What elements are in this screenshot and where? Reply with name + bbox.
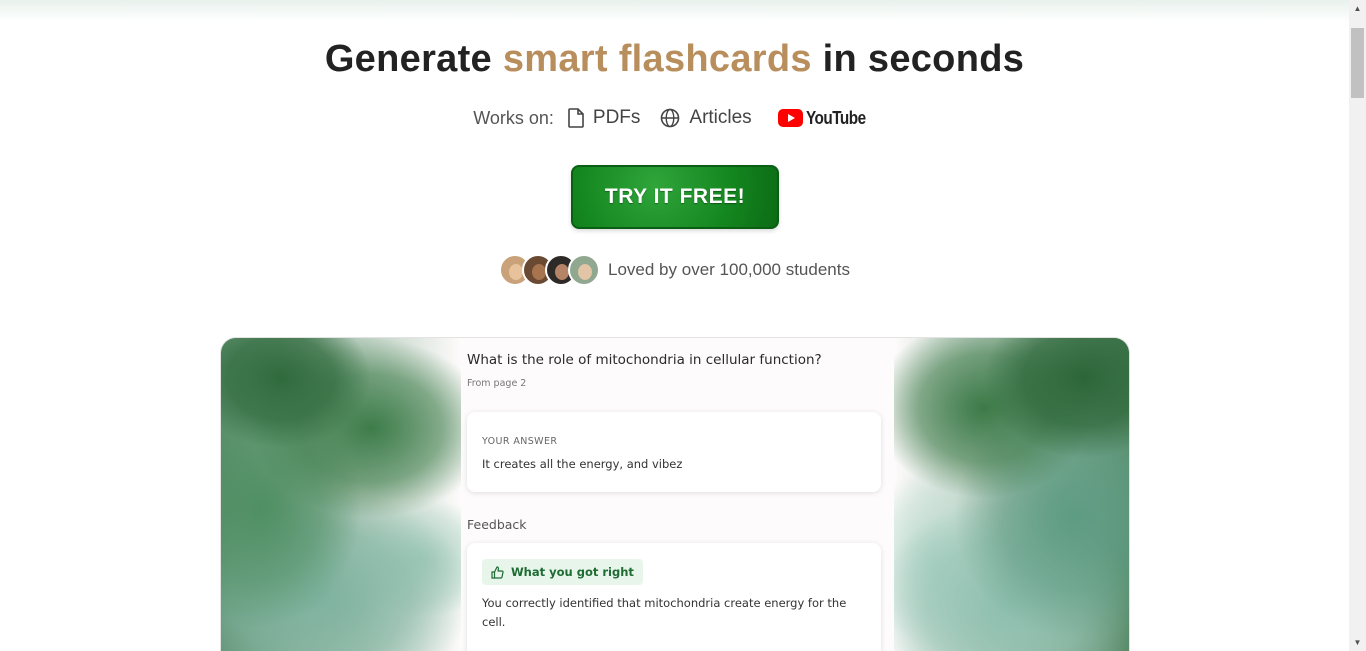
flashcard-question: What is the role of mitochondria in cell… [467,352,822,368]
scroll-up-arrow-icon[interactable]: ▲ [1349,0,1366,17]
flashcard-demo-preview: What is the role of mitochondria in cell… [220,337,1130,651]
source-pdfs: PDFs [568,107,641,129]
source-articles: Articles [660,107,752,129]
social-proof-text: Loved by over 100,000 students [608,260,850,279]
try-it-free-button[interactable]: TRY IT FREE! [571,165,779,229]
hero-headline: Generate smart flashcards in seconds [0,38,1349,81]
answer-card: YOUR ANSWER It creates all the energy, a… [467,412,881,492]
headline-suffix: in seconds [822,38,1025,80]
flashcard-panel: What is the role of mitochondria in cell… [467,338,887,651]
feedback-card: What you got right You correctly identif… [467,543,881,651]
globe-icon [661,108,680,128]
avatar-stack [499,254,601,286]
answer-text: It creates all the energy, and vibez [482,457,683,471]
social-proof: Loved by over 100,000 students [0,253,1349,287]
foliage-illustration-left [221,338,461,651]
scroll-down-arrow-icon[interactable]: ▼ [1349,634,1366,651]
badge-label: What you got right [511,565,634,579]
avatar [568,254,601,286]
scrollbar-thumb[interactable] [1351,28,1364,98]
works-on-label: Works on: [473,107,554,128]
foliage-illustration-right [894,338,1129,651]
answer-label: YOUR ANSWER [482,436,558,447]
youtube-wordmark: YouTube [805,107,866,128]
works-on-row: Works on: PDFs Articles YouTube [0,104,1349,132]
headline-prefix: Generate [324,38,492,80]
document-icon [568,108,584,128]
headline-accent: smart flashcards [502,38,812,80]
feedback-title: Feedback [467,517,527,532]
thumbs-up-icon [491,565,504,579]
source-label-articles: Articles [689,107,752,128]
flashcard-source: From page 2 [467,378,527,389]
what-you-got-right-badge: What you got right [482,559,643,585]
feedback-text: You correctly identified that mitochondr… [482,596,847,629]
youtube-play-icon [777,109,803,127]
source-label-pdfs: PDFs [592,107,641,128]
landing-page: Generate smart flashcards in seconds Wor… [0,0,1349,651]
youtube-logo: YouTube [777,107,876,129]
page-scrollbar[interactable]: ▲ ▼ [1349,0,1366,651]
